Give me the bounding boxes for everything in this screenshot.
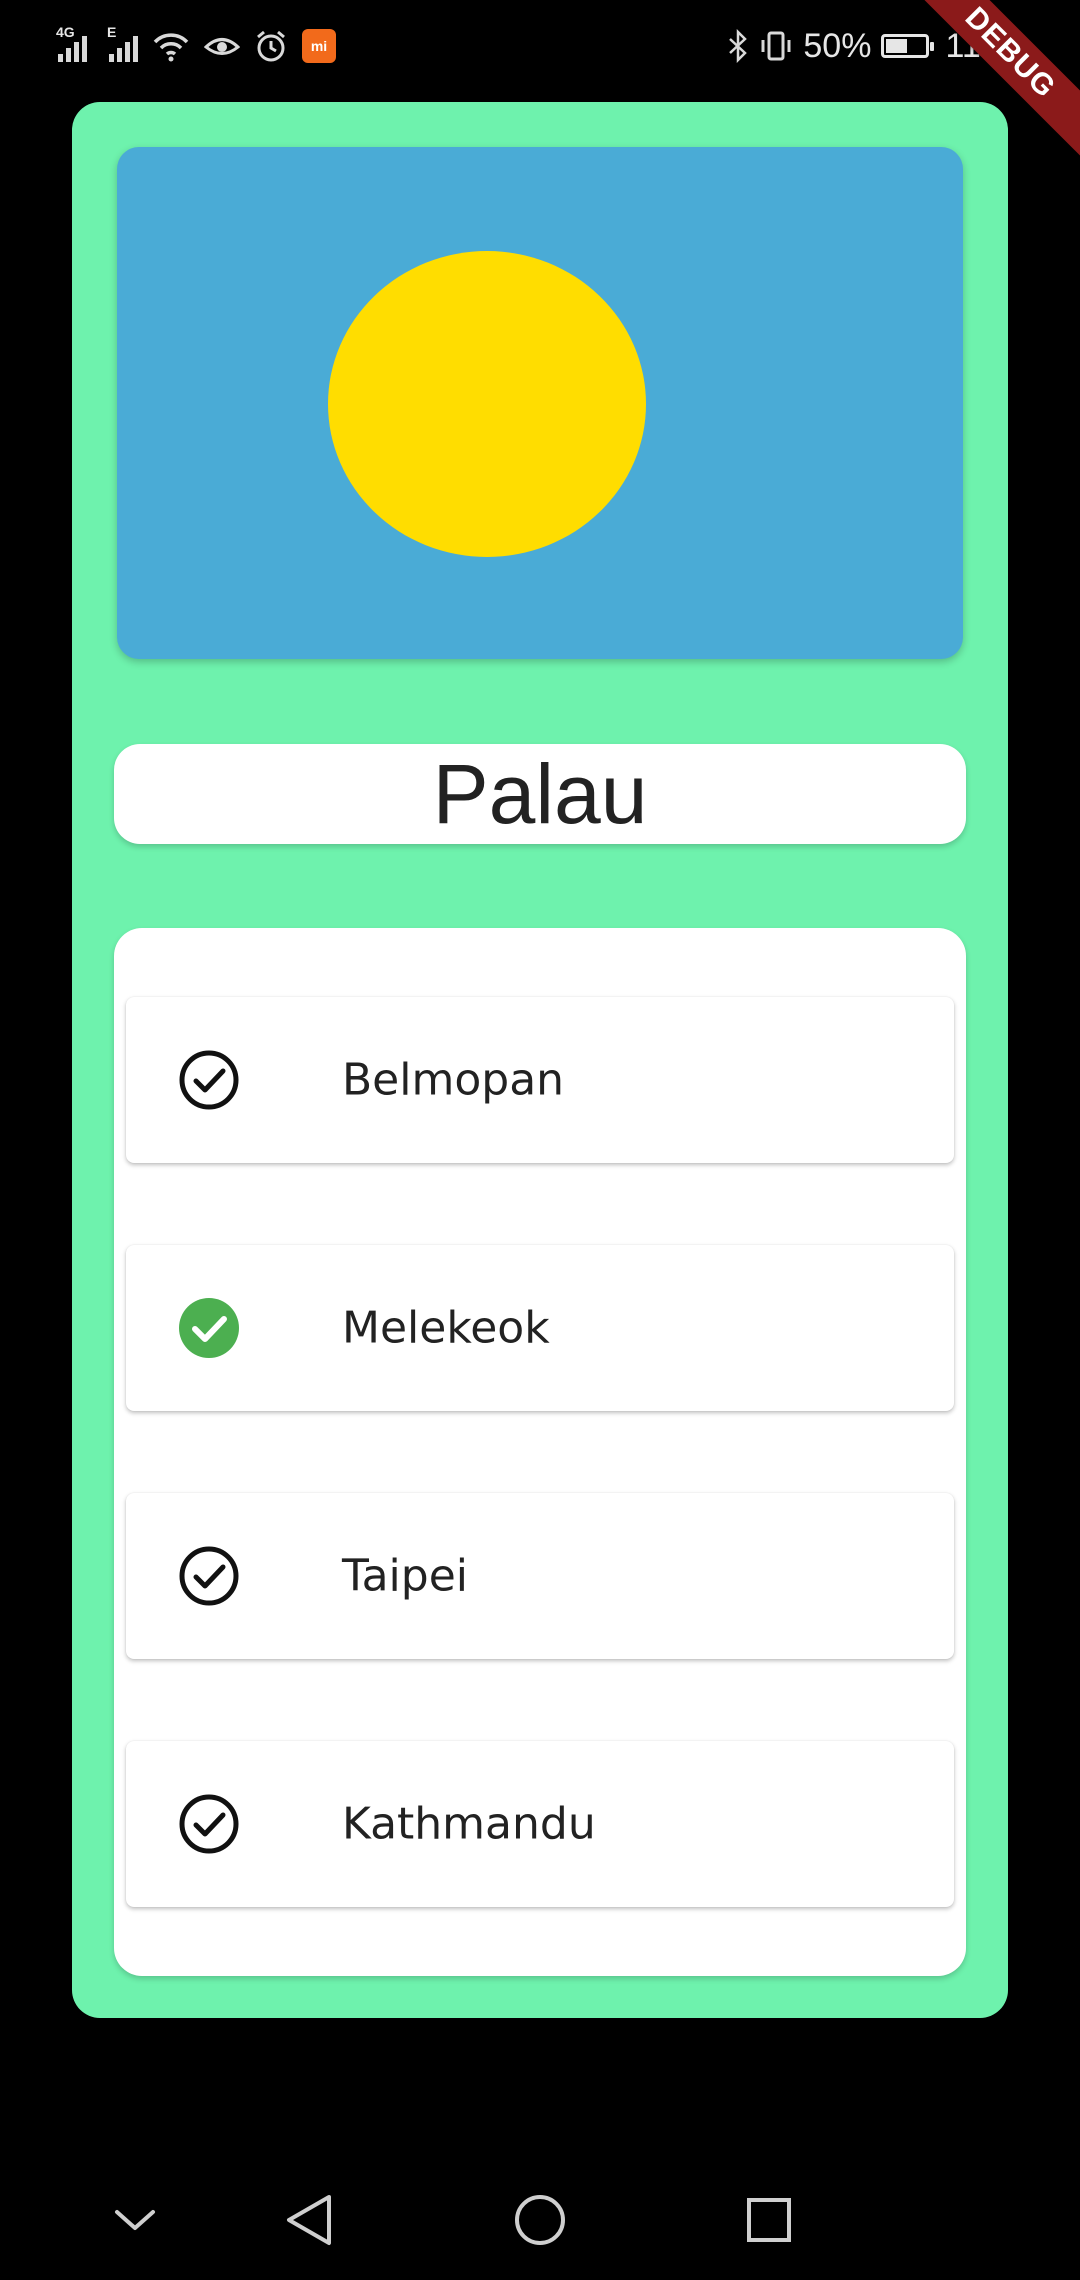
chevron-down-icon — [115, 2210, 155, 2230]
check-circle-outline-icon — [179, 1546, 239, 1606]
answer-option-label: Kathmandu — [342, 1798, 596, 1850]
check-circle-filled-icon — [179, 1298, 239, 1358]
home-circle-icon — [515, 2195, 565, 2245]
battery-icon — [881, 34, 935, 58]
quiz-card: Palau Belmopan Melekeok Taipei Kathmandu — [72, 102, 1008, 2018]
recents-button[interactable] — [737, 2188, 801, 2252]
eye-icon — [204, 38, 240, 55]
back-button[interactable] — [277, 2188, 341, 2252]
status-bar: 4G E mi 50% — [0, 0, 1080, 92]
wifi-icon — [153, 33, 189, 62]
signal-tech-label: 4G — [56, 24, 75, 40]
mi-app-icon: mi — [302, 29, 336, 63]
cell-signal-icon: 4G — [56, 24, 87, 62]
country-flag-image — [117, 147, 963, 659]
system-navigation-bar — [0, 2160, 1080, 2280]
back-triangle-icon — [287, 2195, 331, 2245]
collapse-button[interactable] — [103, 2188, 167, 2252]
answer-option-label: Belmopan — [342, 1054, 565, 1106]
cell-signal-icon: E — [107, 24, 138, 62]
home-button[interactable] — [508, 2188, 572, 2252]
answer-option[interactable]: Kathmandu — [126, 1741, 954, 1907]
flag-disc — [328, 251, 646, 557]
country-name: Palau — [432, 747, 648, 841]
answer-options-panel: Belmopan Melekeok Taipei Kathmandu — [114, 928, 966, 1976]
app-screen: 4G E mi 50% DEBUG Palau Belmopan Melekeo… — [0, 0, 1080, 2280]
alarm-icon — [257, 30, 285, 62]
bluetooth-icon — [729, 29, 748, 63]
recents-square-icon — [747, 2198, 791, 2242]
battery-percent: 50% — [803, 26, 872, 65]
vibrate-icon — [761, 31, 791, 61]
check-circle-outline-icon — [179, 1794, 239, 1854]
status-left-icons: 4G E mi — [56, 22, 336, 70]
signal-tech-label: E — [107, 24, 117, 40]
country-name-box: Palau — [114, 744, 966, 844]
check-circle-outline-icon — [179, 1050, 239, 1110]
answer-option[interactable]: Belmopan — [126, 997, 954, 1163]
answer-option-label: Taipei — [342, 1550, 469, 1602]
answer-option[interactable]: Taipei — [126, 1493, 954, 1659]
answer-option-correct[interactable]: Melekeok — [126, 1245, 954, 1411]
answer-option-label: Melekeok — [342, 1302, 550, 1354]
